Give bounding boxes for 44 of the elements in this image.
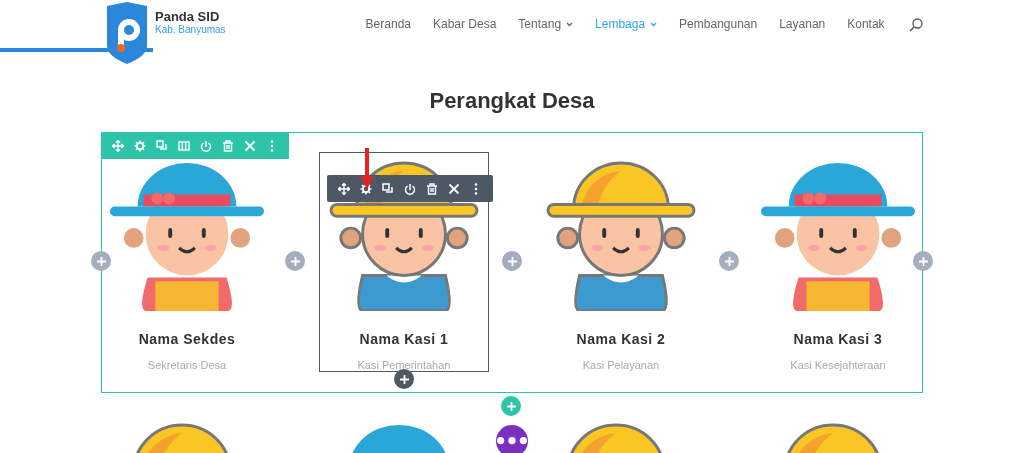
duplicate-icon [156, 139, 168, 152]
add-button[interactable] [394, 369, 414, 389]
member-role: Kasi Pelayanan [582, 359, 660, 371]
close-icon [448, 182, 460, 195]
columns-button[interactable] [175, 138, 193, 153]
member-name: Nama Kasi 1 [359, 331, 449, 347]
member-role: Sekretaris Desa [147, 359, 227, 371]
columns-icon [178, 139, 190, 152]
plus-icon [506, 401, 516, 411]
plus-icon [918, 256, 928, 266]
arrow-icon [361, 148, 373, 190]
member-role: Kasi Pemerintahan [357, 359, 451, 371]
move-button[interactable] [335, 181, 353, 196]
nav-link[interactable]: Kabar Desa [433, 17, 497, 31]
power-icon [404, 182, 416, 195]
move-icon [338, 182, 350, 195]
plus-icon [724, 256, 734, 266]
nav-link[interactable]: Layanan [779, 17, 826, 31]
power-icon [200, 139, 212, 152]
member-name: Nama Kasi 2 [576, 331, 666, 347]
plus-icon [96, 256, 106, 266]
member-name: Nama Kasi 3 [793, 331, 883, 347]
site-name: Panda SID [155, 9, 221, 24]
plus-icon [507, 256, 517, 266]
nav-link[interactable]: Kontak [847, 17, 885, 31]
trash-icon [222, 139, 234, 152]
search-icon[interactable] [909, 18, 923, 32]
close-icon [244, 139, 256, 152]
duplicate-icon [382, 182, 394, 195]
settings-icon [134, 139, 146, 152]
plus-icon [290, 256, 300, 266]
nav-link[interactable]: Tentang [518, 17, 574, 31]
site-region: Kab. Banyumas [155, 24, 226, 35]
member-name: Nama Sekdes [138, 331, 236, 347]
more-icon [496, 436, 528, 446]
trash-icon [426, 182, 438, 195]
nav-link[interactable]: Beranda [365, 17, 411, 31]
section-heading: Perangkat Desa [428, 88, 596, 115]
plus-icon [399, 374, 409, 384]
more-button[interactable] [496, 425, 528, 453]
move-icon [112, 139, 124, 152]
settings-icon [360, 182, 372, 195]
nav-link[interactable]: Pembangunan [679, 17, 758, 31]
member-role: Kasi Kesejahteraan [790, 359, 886, 371]
